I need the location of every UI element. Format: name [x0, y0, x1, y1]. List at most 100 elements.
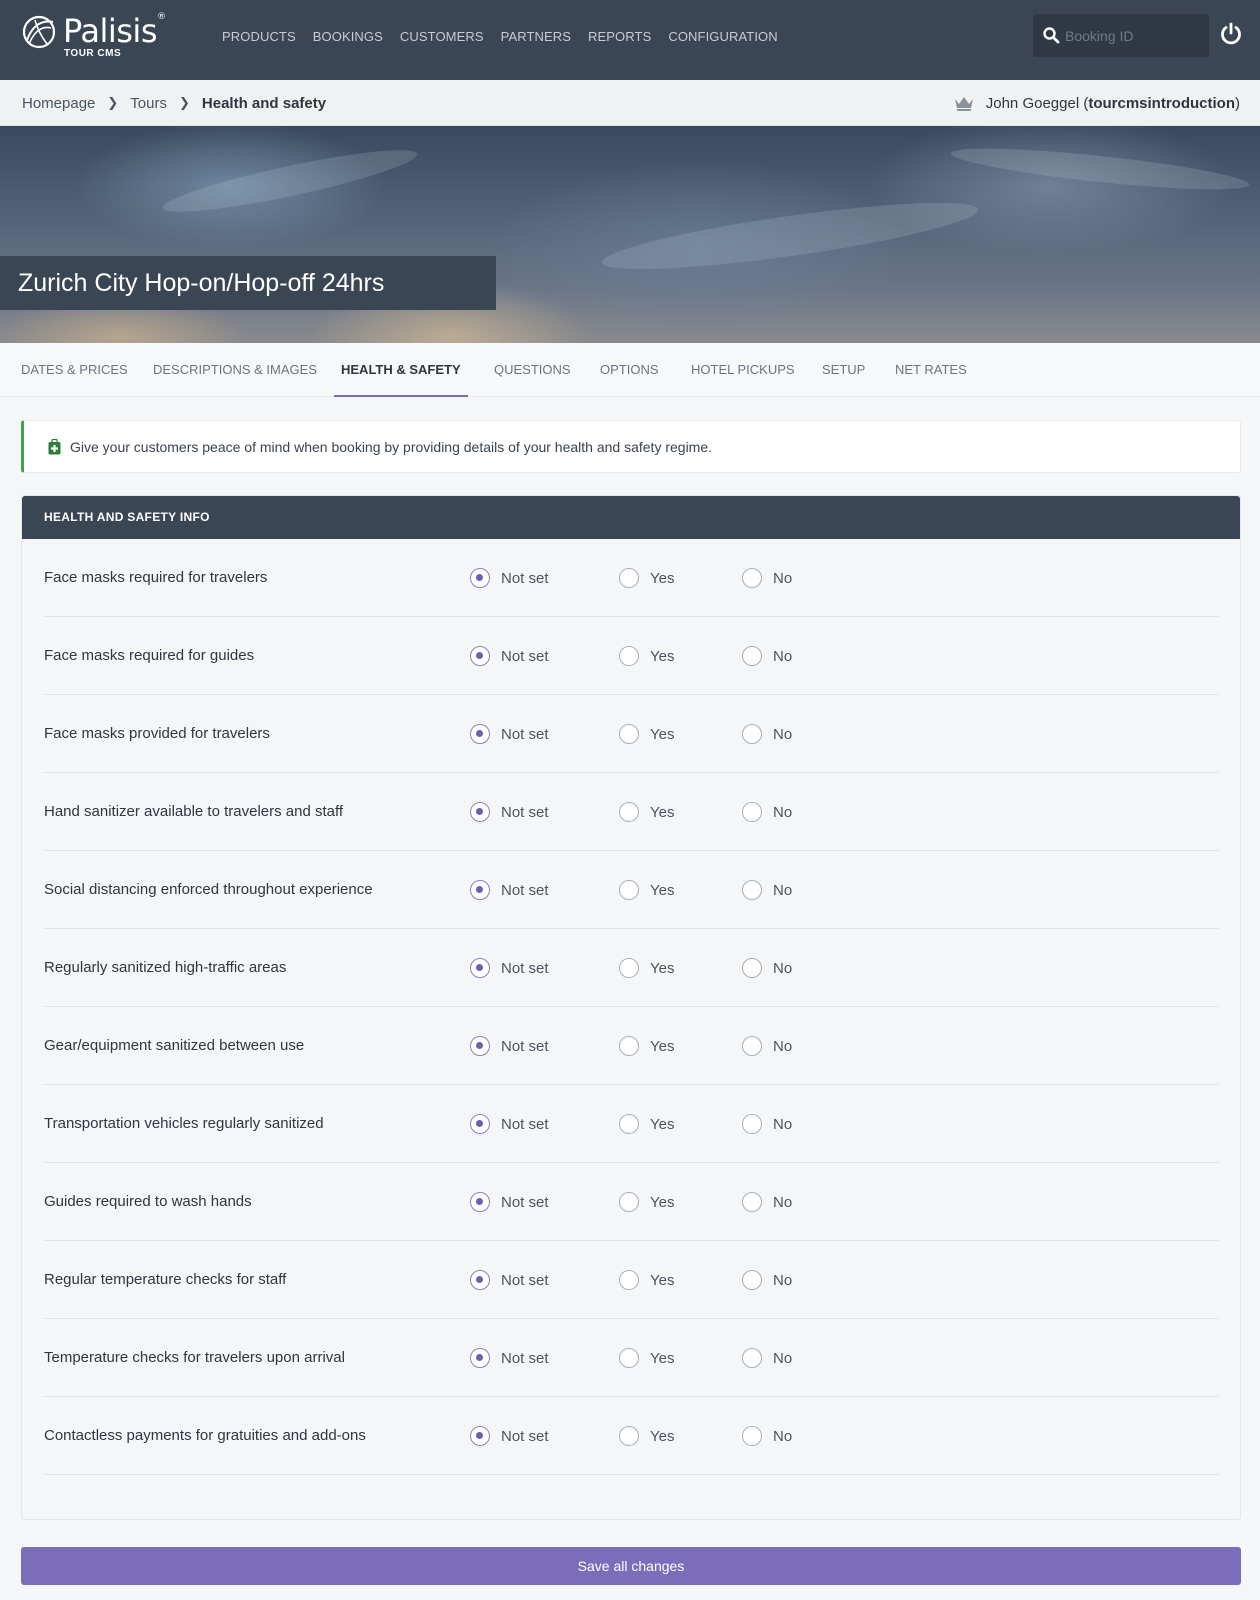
- radio-not-set[interactable]: [470, 1270, 490, 1290]
- option-yes[interactable]: Yes: [619, 1269, 674, 1291]
- brand-subtitle: TOUR CMS: [64, 48, 122, 59]
- save-all-changes-button[interactable]: Save all changes: [21, 1547, 1241, 1585]
- option-not-set[interactable]: Not set: [470, 645, 549, 667]
- radio-no[interactable]: [742, 646, 762, 666]
- tab-setup[interactable]: SETUP: [822, 343, 865, 397]
- option-no[interactable]: No: [742, 645, 792, 667]
- option-yes[interactable]: Yes: [619, 801, 674, 823]
- option-no[interactable]: No: [742, 1035, 792, 1057]
- option-no[interactable]: No: [742, 1113, 792, 1135]
- tab-dates-prices[interactable]: DATES & PRICES: [21, 343, 128, 397]
- breadcrumb-home[interactable]: Homepage: [22, 95, 95, 112]
- logout-power-icon[interactable]: [1219, 22, 1243, 46]
- radio-yes[interactable]: [619, 1036, 639, 1056]
- search-icon[interactable]: [1042, 26, 1060, 44]
- option-not-set[interactable]: Not set: [470, 1191, 549, 1213]
- radio-not-set[interactable]: [470, 802, 490, 822]
- option-label: Not set: [501, 725, 549, 743]
- option-no[interactable]: No: [742, 801, 792, 823]
- health-safety-row: Temperature checks for travelers upon ar…: [44, 1319, 1219, 1397]
- radio-not-set[interactable]: [470, 880, 490, 900]
- option-not-set[interactable]: Not set: [470, 1269, 549, 1291]
- nav-reports[interactable]: REPORTS: [588, 29, 651, 44]
- option-yes[interactable]: Yes: [619, 1347, 674, 1369]
- radio-yes[interactable]: [619, 646, 639, 666]
- option-no[interactable]: No: [742, 1191, 792, 1213]
- option-yes[interactable]: Yes: [619, 1035, 674, 1057]
- row-label: Face masks required for guides: [44, 647, 255, 664]
- option-not-set[interactable]: Not set: [470, 1035, 549, 1057]
- user-account[interactable]: John Goeggel (tourcmsintroduction): [954, 80, 1240, 126]
- radio-not-set[interactable]: [470, 1114, 490, 1134]
- radio-no[interactable]: [742, 958, 762, 978]
- option-not-set[interactable]: Not set: [470, 567, 549, 589]
- health-safety-row: Face masks provided for travelers Not set…: [44, 695, 1219, 773]
- radio-yes[interactable]: [619, 724, 639, 744]
- radio-yes[interactable]: [619, 1114, 639, 1134]
- radio-yes[interactable]: [619, 1192, 639, 1212]
- radio-no[interactable]: [742, 724, 762, 744]
- radio-yes[interactable]: [619, 1348, 639, 1368]
- radio-yes[interactable]: [619, 958, 639, 978]
- radio-no[interactable]: [742, 1348, 762, 1368]
- booking-id-input[interactable]: [1063, 14, 1203, 57]
- option-not-set[interactable]: Not set: [470, 1425, 549, 1447]
- radio-not-set[interactable]: [470, 1348, 490, 1368]
- nav-configuration[interactable]: CONFIGURATION: [668, 29, 777, 44]
- radio-no[interactable]: [742, 1036, 762, 1056]
- radio-not-set[interactable]: [470, 646, 490, 666]
- option-yes[interactable]: Yes: [619, 1191, 674, 1213]
- radio-no[interactable]: [742, 1426, 762, 1446]
- radio-yes[interactable]: [619, 568, 639, 588]
- breadcrumb-tours[interactable]: Tours: [130, 95, 167, 112]
- option-yes[interactable]: Yes: [619, 645, 674, 667]
- radio-no[interactable]: [742, 1270, 762, 1290]
- option-yes[interactable]: Yes: [619, 723, 674, 745]
- option-not-set[interactable]: Not set: [470, 879, 549, 901]
- option-yes[interactable]: Yes: [619, 1425, 674, 1447]
- tab-options[interactable]: OPTIONS: [600, 343, 659, 397]
- radio-no[interactable]: [742, 568, 762, 588]
- option-no[interactable]: No: [742, 1425, 792, 1447]
- option-not-set[interactable]: Not set: [470, 1113, 549, 1135]
- option-not-set[interactable]: Not set: [470, 723, 549, 745]
- tab-health-safety[interactable]: HEALTH & SAFETY: [334, 343, 468, 397]
- radio-not-set[interactable]: [470, 724, 490, 744]
- nav-bookings[interactable]: BOOKINGS: [313, 29, 383, 44]
- radio-yes[interactable]: [619, 880, 639, 900]
- palisis-logo[interactable]: Palisis® TOUR CMS: [21, 12, 166, 62]
- option-no[interactable]: No: [742, 567, 792, 589]
- nav-partners[interactable]: PARTNERS: [501, 29, 571, 44]
- option-not-set[interactable]: Not set: [470, 801, 549, 823]
- radio-not-set[interactable]: [470, 958, 490, 978]
- radio-not-set[interactable]: [470, 568, 490, 588]
- radio-not-set[interactable]: [470, 1192, 490, 1212]
- radio-no[interactable]: [742, 1192, 762, 1212]
- radio-no[interactable]: [742, 802, 762, 822]
- radio-not-set[interactable]: [470, 1426, 490, 1446]
- tab-hotel-pickups[interactable]: HOTEL PICKUPS: [691, 343, 795, 397]
- tab-descriptions-images[interactable]: DESCRIPTIONS & IMAGES: [153, 343, 317, 397]
- radio-no[interactable]: [742, 880, 762, 900]
- option-no[interactable]: No: [742, 1269, 792, 1291]
- nav-products[interactable]: PRODUCTS: [222, 29, 296, 44]
- option-no[interactable]: No: [742, 723, 792, 745]
- radio-yes[interactable]: [619, 1426, 639, 1446]
- tab-questions[interactable]: QUESTIONS: [494, 343, 571, 397]
- radio-yes[interactable]: [619, 802, 639, 822]
- radio-not-set[interactable]: [470, 1036, 490, 1056]
- radio-yes[interactable]: [619, 1270, 639, 1290]
- option-yes[interactable]: Yes: [619, 1113, 674, 1135]
- nav-customers[interactable]: CUSTOMERS: [400, 29, 484, 44]
- option-not-set[interactable]: Not set: [470, 957, 549, 979]
- option-no[interactable]: No: [742, 957, 792, 979]
- option-yes[interactable]: Yes: [619, 567, 674, 589]
- option-no[interactable]: No: [742, 1347, 792, 1369]
- option-no[interactable]: No: [742, 879, 792, 901]
- option-yes[interactable]: Yes: [619, 879, 674, 901]
- option-not-set[interactable]: Not set: [470, 1347, 549, 1369]
- option-yes[interactable]: Yes: [619, 957, 674, 979]
- radio-no[interactable]: [742, 1114, 762, 1134]
- tab-net-rates[interactable]: NET RATES: [895, 343, 967, 397]
- health-safety-row: Guides required to wash hands Not set Yes N…: [44, 1163, 1219, 1241]
